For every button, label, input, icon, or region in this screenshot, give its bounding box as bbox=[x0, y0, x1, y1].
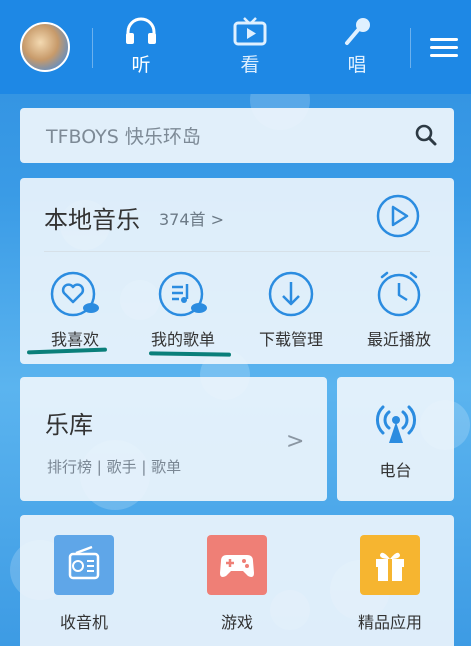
divider bbox=[44, 251, 430, 252]
games-button[interactable]: 游戏 bbox=[187, 535, 287, 633]
headphones-icon bbox=[126, 17, 156, 44]
my-playlists-label: 我的歌单 bbox=[150, 330, 215, 349]
tab-watch[interactable]: 看 bbox=[220, 16, 280, 77]
search-placeholder: TFBOYS 快乐环岛 bbox=[46, 126, 201, 148]
chevron-right-icon: > bbox=[286, 429, 305, 454]
divider bbox=[410, 28, 411, 68]
favorites-label: 我喜欢 bbox=[50, 330, 99, 349]
song-count[interactable]: 374首 > bbox=[159, 206, 224, 230]
tab-listen[interactable]: 听 bbox=[111, 16, 171, 77]
clock-icon bbox=[377, 271, 421, 317]
downloads-label: 下载管理 bbox=[258, 330, 323, 349]
library-title: 乐库 bbox=[45, 411, 93, 439]
search-bar[interactable]: TFBOYS 快乐环岛 bbox=[20, 108, 454, 163]
menu-icon[interactable] bbox=[430, 38, 458, 58]
heart-cloud-icon bbox=[50, 271, 99, 317]
music-library-card[interactable]: 乐库 排行榜 | 歌手 | 歌单 > bbox=[20, 377, 327, 501]
download-icon bbox=[268, 271, 314, 317]
gift-icon bbox=[360, 535, 420, 595]
tab-label: 听 bbox=[131, 54, 151, 76]
play-all-icon[interactable] bbox=[376, 194, 420, 238]
local-music-card[interactable]: 本地音乐 374首 > 我喜欢 我的歌单 下载管理 最近播放 bbox=[20, 178, 454, 364]
tv-icon bbox=[233, 17, 267, 46]
gamepad-icon bbox=[207, 535, 267, 595]
tab-label: 唱 bbox=[347, 54, 367, 76]
games-label: 游戏 bbox=[220, 613, 253, 632]
avatar[interactable] bbox=[20, 22, 70, 72]
recent-plays-label: 最近播放 bbox=[366, 330, 431, 349]
recent-plays-button[interactable]: 最近播放 bbox=[349, 270, 449, 350]
downloads-button[interactable]: 下载管理 bbox=[241, 270, 341, 350]
microphone-icon bbox=[345, 18, 370, 45]
radio-app-button[interactable]: 收音机 bbox=[34, 535, 134, 633]
radio-label: 电台 bbox=[379, 461, 412, 480]
my-playlists-button[interactable]: 我的歌单 bbox=[133, 270, 233, 350]
radio-icon bbox=[54, 535, 114, 595]
library-subtitle: 排行榜 | 歌手 | 歌单 bbox=[47, 458, 182, 476]
featured-apps-label: 精品应用 bbox=[357, 613, 422, 632]
tab-sing[interactable]: 唱 bbox=[327, 16, 387, 77]
top-bar: 听 看 唱 bbox=[0, 0, 471, 94]
radio-station-card[interactable]: 电台 bbox=[337, 377, 454, 501]
divider bbox=[92, 28, 93, 68]
tab-label: 看 bbox=[240, 54, 260, 76]
search-icon[interactable] bbox=[414, 123, 438, 147]
local-music-title: 本地音乐 bbox=[44, 206, 140, 234]
broadcast-icon bbox=[376, 405, 416, 443]
radio-app-label: 收音机 bbox=[59, 613, 108, 632]
favorites-button[interactable]: 我喜欢 bbox=[25, 270, 125, 350]
featured-apps-button[interactable]: 精品应用 bbox=[340, 535, 440, 633]
playlist-cloud-icon bbox=[158, 271, 207, 317]
apps-card: 收音机 游戏 精品应用 bbox=[20, 515, 454, 646]
